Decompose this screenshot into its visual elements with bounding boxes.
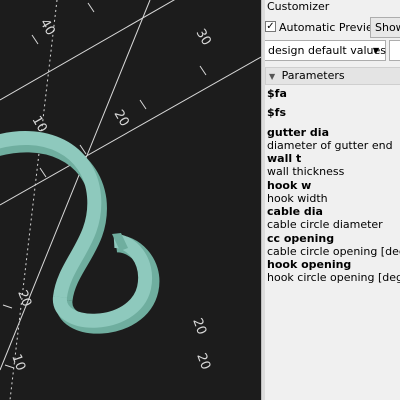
customizer-title: Customizer bbox=[267, 0, 330, 13]
param-desc-hook-opening: hook circle opening [degrees] bbox=[267, 271, 400, 284]
axis-tick-label: 20 bbox=[193, 351, 213, 372]
param-desc-wall-t: wall thickness bbox=[267, 165, 345, 178]
chevron-down-icon: ▼ bbox=[372, 46, 380, 55]
preset-name-field[interactable] bbox=[389, 40, 400, 61]
param-name-fs: $fs bbox=[267, 106, 286, 119]
show-button[interactable]: Show bbox=[370, 17, 400, 38]
param-desc-hook-w: hook width bbox=[267, 192, 328, 205]
param-name-hook-opening: hook opening bbox=[267, 258, 352, 271]
3d-viewport[interactable]: 40 30 20 10 20 10 20 20 bbox=[0, 0, 261, 400]
axis-tick-label: 20 bbox=[14, 288, 34, 309]
param-name-cc-opening: cc opening bbox=[267, 232, 335, 245]
param-name-cable-dia: cable dia bbox=[267, 205, 323, 218]
axis-tick-label: 30 bbox=[193, 27, 214, 49]
automatic-preview-label: Automatic Preview bbox=[279, 21, 382, 34]
axis-tick-label: 20 bbox=[189, 316, 209, 337]
collapse-arrow-icon: ▼ bbox=[269, 72, 276, 81]
param-name-wall-t: wall t bbox=[267, 152, 302, 165]
parameters-header-label: Parameters bbox=[281, 69, 345, 82]
parameters-group-header[interactable]: ▼ Parameters bbox=[265, 67, 400, 85]
z-axis-dashed-line bbox=[9, 0, 58, 400]
param-desc-cc-opening: cable circle opening [degrees] bbox=[267, 245, 400, 258]
axis-tick-label: 40 bbox=[37, 17, 58, 39]
axis-tick-label: 10 bbox=[8, 352, 28, 373]
preset-select[interactable]: design default values ▼ bbox=[265, 40, 386, 61]
customizer-panel: Customizer ✓ Automatic Preview Show desi… bbox=[265, 0, 400, 400]
param-desc-cable-dia: cable circle diameter bbox=[267, 218, 383, 231]
param-name-hook-w: hook w bbox=[267, 179, 312, 192]
viewport-canvas: 40 30 20 10 20 10 20 20 bbox=[0, 0, 261, 400]
param-name-gutter-dia: gutter dia bbox=[267, 126, 330, 139]
axis-tick-label: 20 bbox=[111, 108, 132, 130]
x-axis-line bbox=[0, 0, 176, 101]
automatic-preview-checkbox[interactable]: ✓ bbox=[265, 21, 276, 32]
param-name-fa: $fa bbox=[267, 87, 287, 100]
param-desc-gutter-dia: diameter of gutter end bbox=[267, 139, 393, 152]
